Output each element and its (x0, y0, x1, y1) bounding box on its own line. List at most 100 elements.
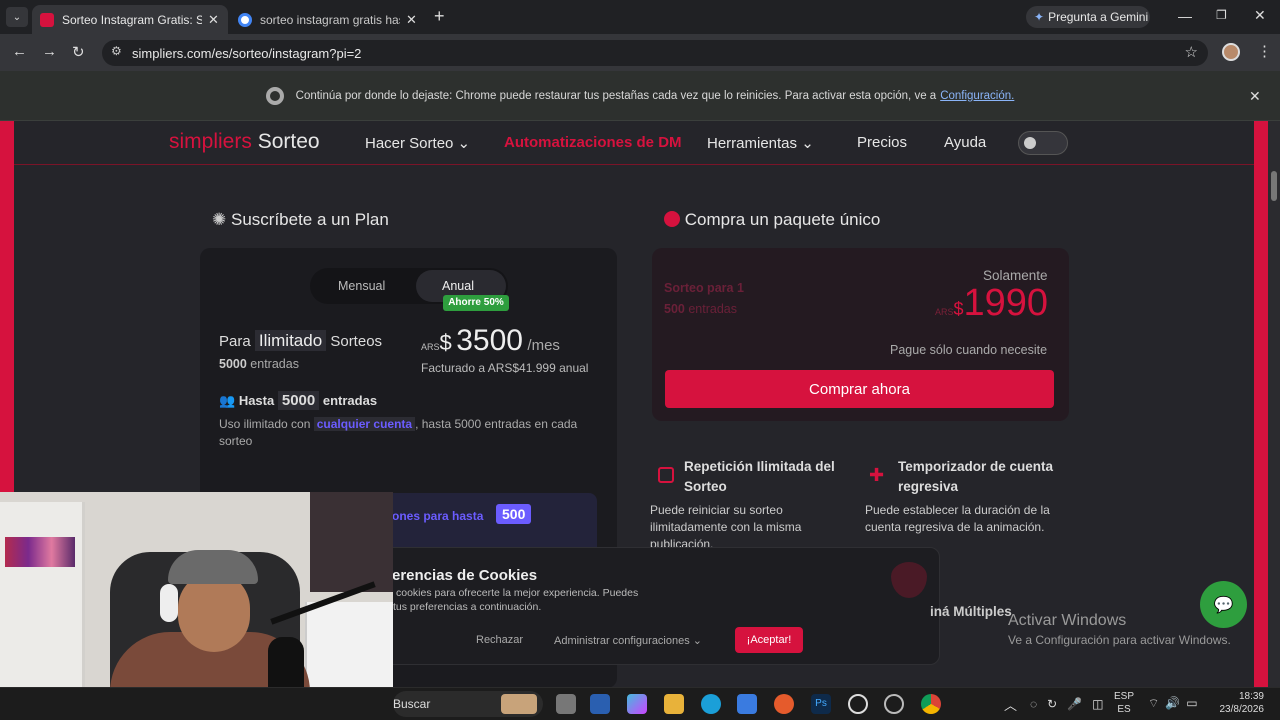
file-explorer-icon[interactable] (664, 694, 684, 714)
plan-heading: ✺ Suscríbete a un Plan (212, 210, 389, 230)
tab-google-search[interactable]: sorteo instagram gratis hasta 5( ✕ (230, 5, 426, 34)
plan-price: ARS$ 3500 /mes (421, 324, 560, 358)
closet (310, 492, 393, 592)
menu-icon[interactable]: ⋮ (1257, 42, 1272, 60)
shield-icon (891, 562, 927, 598)
nav-hacer-sorteo[interactable]: Hacer Sorteo ⌄ (365, 134, 470, 152)
single-entries-word: entradas (688, 302, 737, 316)
close-tab-icon[interactable]: ✕ (406, 12, 417, 28)
person-face (178, 572, 250, 652)
scrollbar-thumb[interactable] (1271, 171, 1277, 201)
site-navbar: simpliers Sorteo Hacer Sorteo ⌄ Automati… (14, 121, 1254, 165)
add-circle-icon (664, 211, 680, 227)
taskbar-search-box[interactable]: Buscar (393, 691, 543, 717)
clock-date: 23/8/2026 (1219, 704, 1265, 715)
price-period: /mes (527, 337, 560, 354)
restore-button[interactable]: ❐ (1216, 8, 1227, 22)
activate-windows-title: Activar Windows (1008, 612, 1127, 629)
tab-search-button[interactable]: ⌄ (6, 7, 28, 27)
gemini-button[interactable]: ✦ Pregunta a Gemini (1026, 6, 1150, 28)
toggle-monthly[interactable]: Mensual (338, 279, 385, 293)
pay-note: Pague sólo cuando necesite (890, 343, 1048, 357)
copilot-icon[interactable] (590, 694, 610, 714)
network-volume-icons[interactable]: ⌔🔊▭ (1148, 696, 1204, 711)
search-highlight-icon (501, 694, 537, 714)
edge-icon[interactable] (701, 694, 721, 714)
reject-button[interactable]: Rechazar (476, 634, 523, 646)
gemini-icon: ✦ (1034, 10, 1045, 24)
nav-automatizaciones[interactable]: Automatizaciones de DM (504, 134, 682, 151)
sorteo-para-text: Sorteo para (664, 281, 734, 295)
feature-title: Temporizador de cuenta regresiva (898, 459, 1054, 494)
feature-title: Repetición Ilimitada del Sorteo (684, 459, 835, 494)
settings-link[interactable]: Configuración. (940, 90, 1014, 102)
task-view-icon[interactable] (556, 694, 576, 714)
scrollbar[interactable] (1268, 121, 1280, 687)
close-tab-icon[interactable]: ✕ (208, 12, 219, 28)
entries-word: entradas (250, 357, 299, 371)
currency-label: ARS (935, 307, 954, 317)
single-entries-number: 500 (664, 302, 685, 316)
language-indicator[interactable]: ESP ES (1114, 690, 1134, 716)
hasta-text: Hasta (238, 393, 275, 408)
perfume-bottles (5, 537, 75, 567)
right-accent-bar (1254, 121, 1268, 687)
nav-precios[interactable]: Precios (857, 134, 907, 151)
dollar-sign: $ (439, 330, 452, 355)
repeat-icon (658, 467, 674, 483)
chat-button[interactable]: 💬 (1200, 581, 1247, 628)
photoshop-icon[interactable]: Ps (811, 694, 831, 714)
ilimitado-highlight: Ilimitado (254, 330, 327, 351)
minimize-button[interactable]: — (1178, 8, 1192, 24)
back-icon[interactable]: ← (12, 43, 27, 60)
chatgpt-icon[interactable] (848, 694, 868, 714)
tab-strip: ⌄ Sorteo Instagram Gratis: Sorteo ✕ sort… (0, 0, 1280, 34)
site-info-icon[interactable]: ⚙ (111, 44, 122, 58)
tray-icons[interactable]: ◌↻🎤◫ (1030, 697, 1113, 711)
avatar[interactable] (1222, 43, 1240, 61)
hasta-word: entradas (322, 393, 378, 408)
bookmark-star-icon[interactable]: ☆ (1185, 43, 1198, 61)
forward-icon[interactable]: → (42, 43, 57, 60)
para-text: Para (219, 333, 251, 350)
close-window-button[interactable]: ✕ (1254, 7, 1266, 24)
tab-title: sorteo instagram gratis hasta 5( (260, 12, 400, 27)
clock[interactable]: 18:39 23/8/2026 (1216, 690, 1265, 716)
dollar-sign: $ (953, 299, 964, 319)
store-icon[interactable] (737, 694, 757, 714)
windows-taskbar: Buscar Ps ︿ ◌↻🎤◫ ESP ES ⌔🔊▭ 18:39 23/8/2… (0, 687, 1280, 720)
theme-toggle[interactable] (1018, 131, 1068, 155)
billed-annually: Facturado a ARS$41.999 anual (421, 361, 589, 375)
game-icon[interactable] (884, 694, 904, 714)
feature-multiple-partial: iná Múltiples (930, 604, 1012, 619)
nav-label: Hacer Sorteo (365, 135, 454, 152)
chat-icon: 💬 (1213, 596, 1234, 614)
app-icon[interactable] (627, 694, 647, 714)
reload-icon[interactable]: ↻ (72, 43, 85, 61)
single-price: ARS$1990 (935, 282, 1048, 325)
tab-sorteo-instagram[interactable]: Sorteo Instagram Gratis: Sorteo ✕ (32, 5, 228, 34)
new-tab-button[interactable]: + (434, 6, 445, 27)
brave-icon[interactable] (774, 694, 794, 714)
tab-title: Sorteo Instagram Gratis: Sorteo (62, 12, 202, 27)
close-infobar-icon[interactable]: ✕ (1249, 88, 1261, 105)
headphones (160, 584, 178, 622)
buy-now-button[interactable]: Comprar ahora (665, 370, 1054, 408)
nav-herramientas[interactable]: Herramientas ⌄ (707, 134, 814, 152)
accept-cookies-button[interactable]: ¡Aceptar! (735, 627, 803, 653)
manage-settings-button[interactable]: Administrar configuraciones ⌄ (554, 634, 702, 647)
cookie-title: ferencias de Cookies (387, 567, 538, 584)
address-bar[interactable]: ⚙ simpliers.com/es/sorteo/instagram?pi=2… (102, 40, 1208, 66)
users-icon: 👥 (219, 393, 236, 408)
cookie-text-1: cookies para ofrecerte la mejor experien… (396, 587, 639, 599)
search-label: Buscar (393, 697, 431, 711)
simpliers-favicon-icon (40, 12, 54, 27)
manage-label: Administrar configuraciones (554, 635, 690, 647)
chevron-up-icon[interactable]: ︿ (1004, 695, 1017, 714)
site-logo[interactable]: simpliers Sorteo (169, 130, 320, 154)
uso-text-a: Uso ilimitado con (219, 417, 311, 431)
nav-ayuda[interactable]: Ayuda (944, 134, 986, 151)
toggle-annual-label: Anual (442, 279, 474, 293)
feature-desc: Puede establecer la duración de la cuent… (865, 503, 1050, 534)
chrome-taskbar-icon[interactable] (921, 694, 941, 714)
